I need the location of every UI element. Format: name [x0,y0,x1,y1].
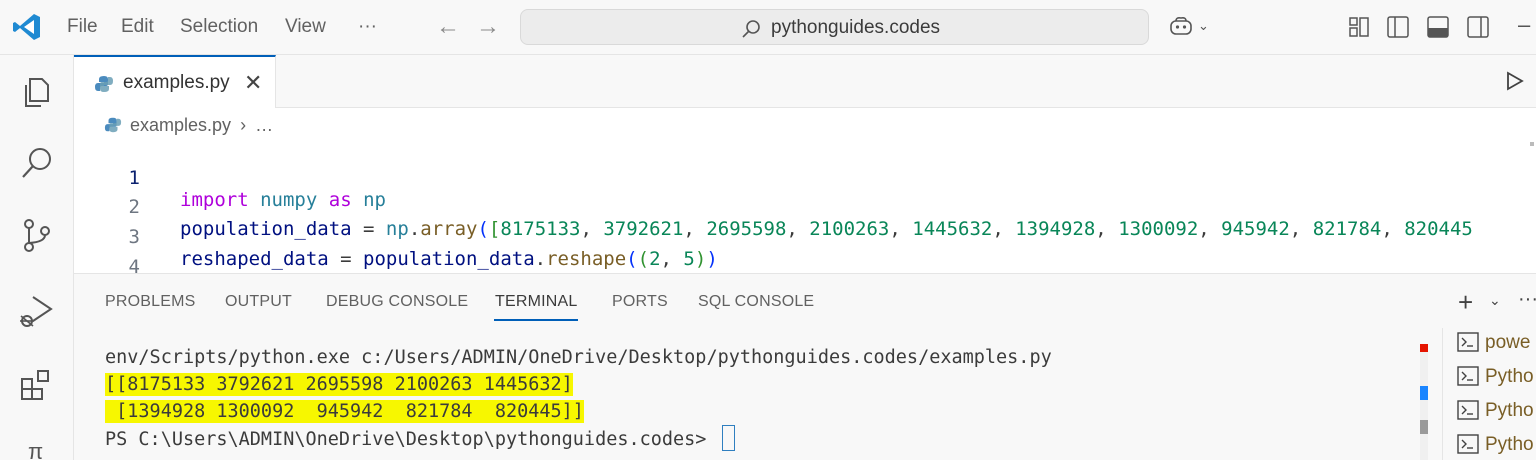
menu-selection[interactable]: Selection [180,16,258,38]
menu-edit[interactable]: Edit [121,16,154,38]
chevron-down-icon[interactable]: ⌄ [1489,292,1501,309]
terminal-list-label: powe [1485,332,1531,353]
scroll-marker [1420,386,1428,400]
terminal-cursor [721,425,735,451]
terminal-line: [[8175133 3792621 2695598 2100263 144563… [105,371,573,398]
testing-icon[interactable]: π [28,439,43,460]
terminal-output[interactable]: env/Scripts/python.exe c:/Users/ADMIN/On… [74,344,1419,460]
scroll-marker [1420,344,1428,352]
bottom-panel: PROBLEMS OUTPUT DEBUG CONSOLE TERMINAL P… [74,273,1536,460]
command-center-search[interactable]: pythonguides.codes [520,9,1149,45]
code-line: 2 population_data = np.array([8175133, 3… [74,174,1473,240]
back-arrow-icon[interactable]: ← [436,13,460,41]
highlighted-output: [1394928 1300092 945942 821784 820445]] [105,400,584,423]
terminal-list-label: Pytho [1485,366,1534,387]
terminal-icon [1457,332,1479,352]
terminal-scrollbar[interactable] [1420,344,1428,460]
plus-icon[interactable]: + [1458,287,1473,318]
terminal-prompt: PS C:\Users\ADMIN\OneDrive\Desktop\pytho… [105,429,718,450]
breadcrumb-symbol[interactable]: … [255,115,273,135]
close-icon[interactable]: ✕ [244,70,262,96]
code-text: reshaped_data = population_data.reshape(… [180,248,718,270]
terminal-list-item[interactable]: Pytho [1457,400,1536,430]
run-dropdown-icon[interactable]: ⌄ [1532,67,1536,92]
vscode-logo-icon [13,14,40,40]
terminal-list-item[interactable]: Pytho [1457,366,1536,396]
menu-more[interactable]: ··· [358,16,377,38]
highlighted-output: [[8175133 3792621 2695598 2100263 144563… [105,373,573,396]
terminal-icon [1457,366,1479,386]
run-icon[interactable] [1502,69,1526,93]
terminal-icon [1457,434,1479,454]
terminal-line: [1394928 1300092 945942 821784 820445]] [105,398,584,425]
active-tab-indicator [494,319,578,321]
tab-problems[interactable]: PROBLEMS [105,293,196,311]
tab-terminal[interactable]: TERMINAL [495,293,578,311]
code-line: 4 print(reshaped_data) [74,234,409,300]
menu-view[interactable]: View [285,16,326,38]
terminal-line: PS C:\Users\ADMIN\OneDrive\Desktop\pytho… [105,425,735,452]
terminal-list-item[interactable]: Pytho [1457,434,1536,460]
terminal-list-label: Pytho [1485,434,1534,455]
chevron-right-icon: › [240,115,247,135]
tab-output[interactable]: OUTPUT [225,293,292,311]
toggle-sidebar-icon[interactable] [1385,14,1411,40]
terminal-icon [1457,400,1479,420]
explorer-icon[interactable] [17,71,57,111]
toggle-panel-icon[interactable] [1425,14,1451,40]
terminal-list: powe Pytho Pytho Pytho [1442,328,1536,460]
minimize-icon[interactable]: – [1518,12,1530,38]
search-view-icon[interactable] [17,143,57,183]
copilot-icon[interactable] [1168,14,1194,40]
title-bar: File Edit Selection View ··· ← → pythong… [0,0,1536,55]
breadcrumb: examples.py › … [104,115,273,136]
extensions-icon[interactable] [17,365,57,405]
code-text: population_data = np.array([8175133, 379… [180,218,1473,240]
code-editor[interactable]: examples.py › … 1 import numpy as np 2 p… [74,108,1536,300]
breadcrumb-file[interactable]: examples.py [130,115,231,135]
tab-sql-console[interactable]: SQL CONSOLE [698,293,814,311]
forward-arrow-icon[interactable]: → [476,13,500,41]
tab-label: examples.py [123,72,230,93]
code-line: 3 reshaped_data = population_data.reshap… [74,204,718,270]
source-control-icon[interactable] [17,215,57,255]
terminal-line: env/Scripts/python.exe c:/Users/ADMIN/On… [105,347,1052,368]
tab-debug-console[interactable]: DEBUG CONSOLE [326,293,468,311]
search-icon [742,20,760,38]
terminal-list-label: Pytho [1485,400,1534,421]
chevron-down-icon[interactable]: ⌄ [1198,18,1209,34]
code-line: 1 import numpy as np [74,145,386,211]
overview-ruler-mark [1530,142,1534,146]
tab-examples-py[interactable]: examples.py ✕ [74,55,276,108]
code-text: import numpy as np [180,189,386,211]
editor-tab-bar: examples.py ✕ ⌄ [74,55,1536,108]
toggle-secondary-sidebar-icon[interactable] [1465,14,1491,40]
python-file-icon [95,76,113,92]
search-text: pythonguides.codes [771,17,941,38]
python-file-icon [104,117,122,133]
scroll-marker [1420,420,1428,434]
tab-ports[interactable]: PORTS [612,293,668,311]
activity-bar: π [0,55,74,460]
run-debug-icon[interactable] [17,291,57,331]
layout-customize-icon[interactable] [1346,14,1372,40]
menu-file[interactable]: File [67,16,98,38]
more-actions-icon[interactable]: ··· [1518,288,1536,311]
terminal-list-item[interactable]: powe [1457,332,1536,362]
